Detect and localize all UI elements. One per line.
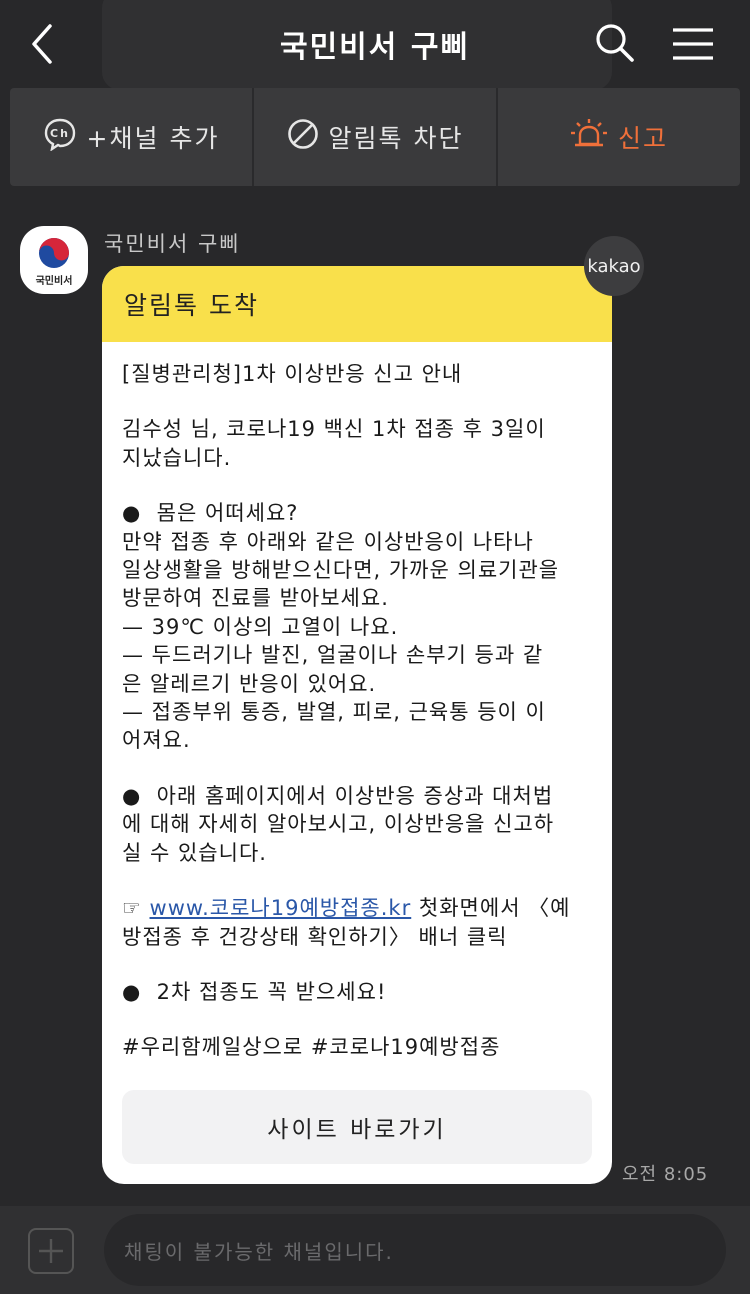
report-label: 신고 — [617, 124, 668, 153]
add-channel-label: +채널 추가 — [86, 124, 220, 153]
message-bubble: 알림톡 도착 [질병관리청]1차 이상반응 신고 안내 김수성 님, 코로나19… — [102, 266, 612, 1184]
block-notification-button[interactable]: 알림톡 차단 — [254, 88, 498, 186]
add-channel-button[interactable]: Ch +채널 추가 — [10, 88, 254, 186]
message-header: 알림톡 도착 — [102, 266, 612, 342]
message-timestamp: 오전 8:05 — [622, 1164, 709, 1185]
pointing-hand-text: ☞ — [122, 896, 150, 921]
channel-action-bar: Ch +채널 추가 알림톡 차단 신고 — [10, 88, 740, 186]
chat-input-disabled[interactable]: 채팅이 불가능한 채널입니다. — [104, 1214, 726, 1286]
message-line: 김수성 님, 코로나19 백신 1차 접종 후 3일이 지났습니다. — [122, 417, 546, 470]
hamburger-menu-icon[interactable] — [670, 24, 716, 64]
plus-icon[interactable] — [28, 1228, 74, 1274]
chat-screen: 국민비서 구삐 Ch +채널 추가 알림톡 차단 신고 국민비서 국민비서 구삐… — [0, 0, 750, 1294]
siren-icon — [570, 118, 608, 156]
message-body: [질병관리청]1차 이상반응 신고 안내 김수성 님, 코로나19 백신 1차 … — [102, 342, 612, 1062]
block-icon — [287, 118, 319, 156]
avatar[interactable]: 국민비서 — [20, 226, 88, 294]
search-icon[interactable] — [594, 22, 636, 64]
vaccine-site-link[interactable]: www.코로나19예방접종.kr — [150, 896, 412, 920]
message-line: #우리함께일상으로 #코로나19예방접종 — [122, 1035, 501, 1060]
message-line: ☞ www.코로나19예방접종.kr 첫화면에서 〈예 방접종 후 건강상태 확… — [122, 894, 592, 951]
top-bar: 국민비서 구삐 — [0, 0, 750, 90]
message-line: ● 아래 홈페이지에서 이상반응 증상과 대처법 에 대해 자세히 알아보시고,… — [122, 783, 555, 865]
message-line: ● 몸은 어떠세요? 만약 접종 후 아래와 같은 이상반응이 나타나 일상생활… — [122, 501, 560, 753]
sender-name: 국민비서 구삐 — [104, 232, 241, 256]
message-line: ● 2차 접종도 꼭 받으세요! — [122, 979, 387, 1004]
channel-icon: Ch — [43, 117, 77, 157]
message-line: [질병관리청]1차 이상반응 신고 안내 — [122, 362, 463, 386]
page-title: 국민비서 구삐 — [279, 30, 471, 65]
input-bar: 채팅이 불가능한 채널입니다. — [0, 1206, 750, 1294]
report-button[interactable]: 신고 — [498, 88, 740, 186]
svg-text:Ch: Ch — [50, 127, 70, 140]
kakao-badge: kakao — [584, 236, 644, 296]
go-to-site-button[interactable]: 사이트 바로가기 — [122, 1090, 592, 1164]
block-label: 알림톡 차단 — [328, 124, 464, 153]
avatar-caption: 국민비서 — [35, 276, 73, 287]
